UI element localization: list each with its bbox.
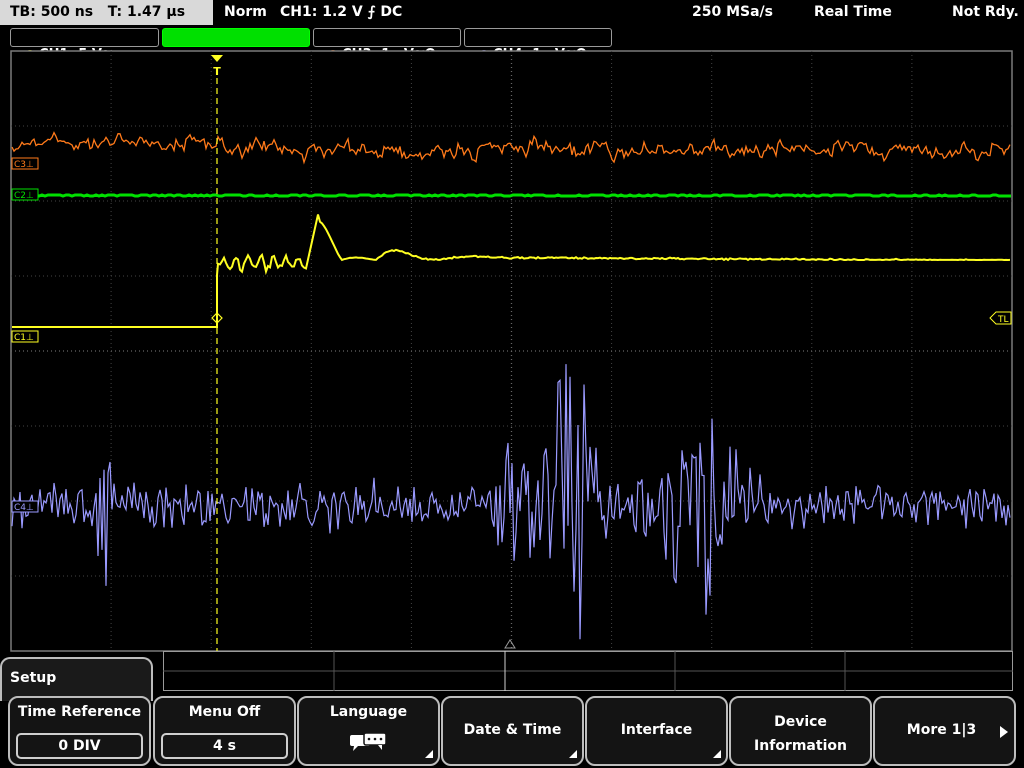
language-softkey[interactable]: Language [297, 696, 440, 766]
softkey-label: Device Information [754, 714, 847, 754]
softkey-label: Menu Off [188, 704, 261, 720]
submenu-indicator-icon [569, 750, 577, 758]
menu-title: Setup [0, 657, 153, 701]
submenu-indicator-icon [425, 750, 433, 758]
softkey-label: Language [329, 704, 408, 720]
ch3-marker-label: C3⊥ [14, 160, 34, 170]
interface-softkey[interactable]: Interface [585, 696, 728, 766]
timebase-readout[interactable]: TB: 500 ns T: 1.47 µs [0, 0, 213, 25]
ch1-marker-label: C1⊥ [14, 333, 34, 343]
ch4-marker-label: C4⊥ [14, 503, 34, 513]
more-softkey[interactable]: More 1|3 [873, 696, 1016, 766]
trigger-marker-label: T [213, 65, 221, 78]
sample-rate: 250 MSa/s [692, 4, 774, 20]
waveform-display[interactable]: T C3⊥ C2⊥ C1⊥ C4⊥ TL [0, 50, 1024, 652]
ch2-waveform [11, 193, 1011, 198]
timebase-overview[interactable] [163, 651, 1013, 691]
speech-bubbles-icon [350, 732, 387, 751]
softkey-label: Time Reference [17, 704, 142, 720]
trigger-mode[interactable]: Norm [224, 0, 267, 25]
ch3-offset-marker[interactable]: C3⊥ [11, 157, 39, 170]
date-time-softkey[interactable]: Date & Time [441, 696, 584, 766]
time-reference-softkey[interactable]: Time Reference 0 DIV [8, 696, 151, 766]
submenu-indicator-icon [713, 750, 721, 758]
softkey-label: Interface [620, 722, 693, 738]
channel-tab-ch1[interactable]: CH1: 5 V≅ [10, 28, 159, 62]
channel-tab-ch4[interactable]: CH4: 1mV≅Ω [464, 28, 612, 62]
trigger-source[interactable]: CH1: 1.2 V ⨍ DC [280, 0, 402, 25]
ch4-offset-marker[interactable]: C4⊥ [11, 500, 39, 513]
acquisition-state: Not Rdy. [952, 4, 1019, 20]
ch1-offset-marker[interactable]: C1⊥ [11, 330, 39, 343]
time-reference-value: 0 DIV [16, 733, 143, 759]
softkey-label: More 1|3 [906, 722, 977, 738]
next-page-icon [1000, 726, 1008, 738]
softkey-label: Date & Time [463, 722, 562, 738]
trigger-level-label: TL [997, 315, 1009, 325]
menu-off-value: 4 s [161, 733, 288, 759]
channel-tab-ch3[interactable]: CH3: 1mV≅Ω [313, 28, 461, 62]
acquisition-mode[interactable]: Real Time [814, 0, 892, 25]
ch2-offset-marker[interactable]: C2⊥ [11, 188, 39, 201]
status-bar: TB: 500 ns T: 1.47 µs Norm CH1: 1.2 V ⨍ … [0, 0, 1024, 25]
device-information-softkey[interactable]: Device Information [729, 696, 872, 766]
ch2-marker-label: C2⊥ [14, 191, 34, 201]
channel-tab-ch2[interactable]: CH2: 20 mV≅Ω [162, 28, 310, 62]
menu-off-softkey[interactable]: Menu Off 4 s [153, 696, 296, 766]
